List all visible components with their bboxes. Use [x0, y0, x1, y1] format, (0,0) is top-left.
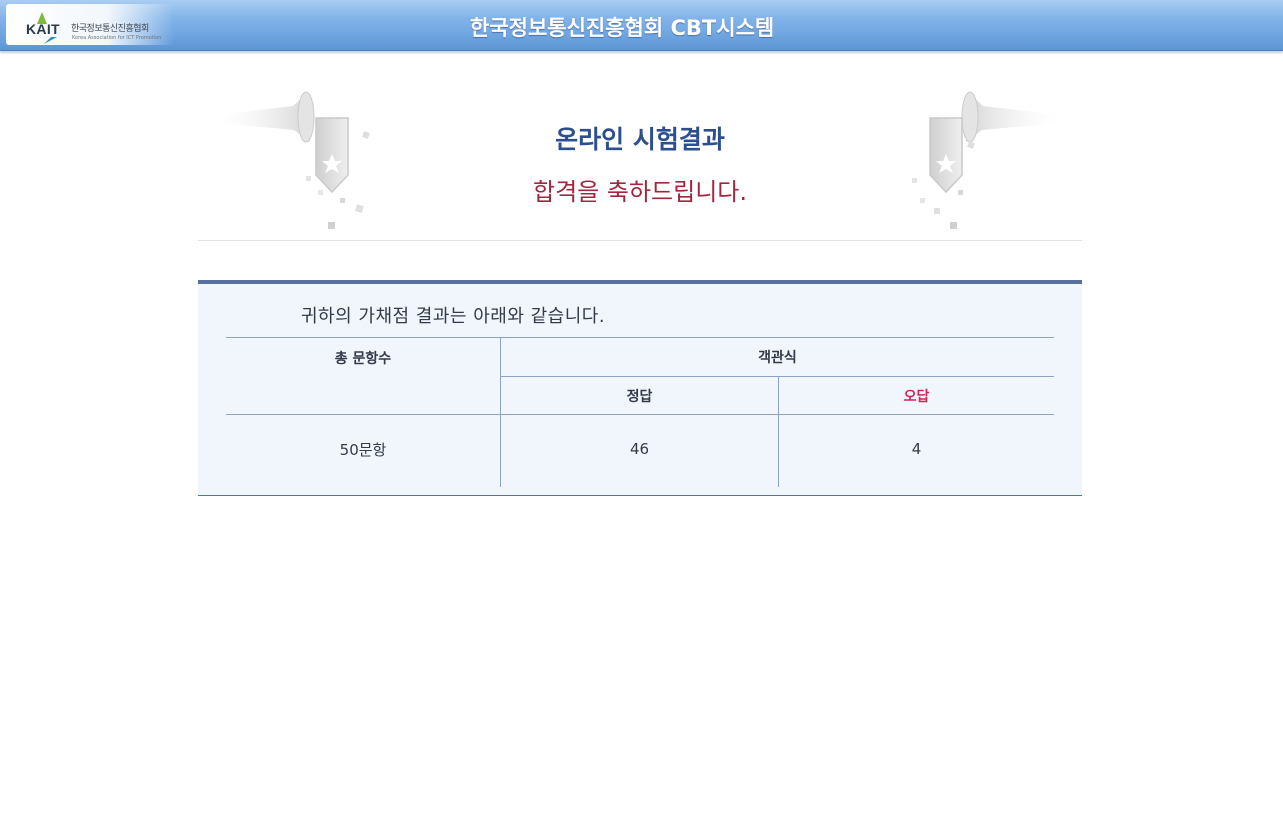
- logo-wordmark: KAIT: [26, 21, 60, 37]
- wrong-header: 오답: [778, 376, 1054, 415]
- top-header-bar: KAIT 한국정보통신진흥협회 Korea Association for IC…: [0, 0, 1283, 51]
- logo-org-korean: 한국정보통신진흥협회: [71, 24, 149, 34]
- table-header-row: 총 문항수 객관식: [226, 337, 1054, 415]
- pass-message: 합격을 축하드립니다.: [533, 178, 747, 206]
- result-banner: 온라인 시험결과 합격을 축하드립니다.: [198, 80, 1082, 241]
- wrong-count-value: 4: [778, 414, 1054, 487]
- objective-header: 객관식: [500, 337, 1054, 377]
- logo-org-english: Korea Association for ICT Promotion: [72, 35, 162, 41]
- correct-count-value: 46: [500, 414, 779, 487]
- result-title: 온라인 시험결과: [555, 125, 725, 154]
- app-title: 한국정보통신진흥협회 CBT시스템: [470, 16, 775, 40]
- trumpet-banner-star-icon: [208, 91, 370, 229]
- table-row: 50문항 46 4: [226, 414, 1054, 487]
- result-intro-text: 귀하의 가채점 결과는 아래와 같습니다.: [301, 306, 606, 327]
- score-table: 총 문항수 객관식 정답 오답 50문항 46 4: [226, 337, 1054, 487]
- correct-header: 정답: [500, 376, 779, 415]
- total-questions-header: 총 문항수: [226, 337, 501, 415]
- total-questions-value: 50문항: [226, 414, 501, 487]
- trumpet-banner-star-icon: [912, 91, 1068, 229]
- score-result-panel: 귀하의 가채점 결과는 아래와 같습니다. 총 문항수 객관식 정답 오답 50…: [198, 280, 1082, 496]
- kait-logo: KAIT 한국정보통신진흥협회 Korea Association for IC…: [6, 4, 174, 45]
